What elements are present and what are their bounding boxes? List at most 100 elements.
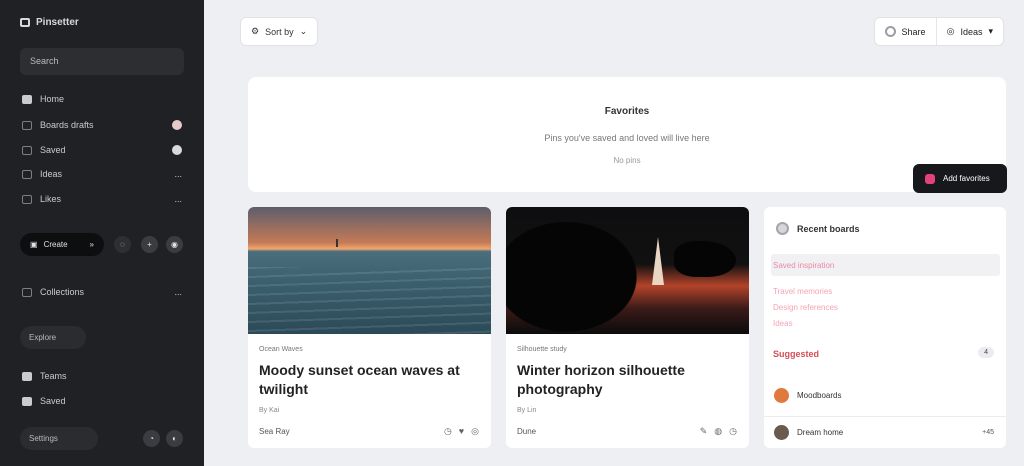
pin-icon[interactable]: ◍ — [714, 426, 722, 437]
sidebar-item-label: Likes — [40, 194, 62, 204]
pin-subtitle: By Lin — [517, 407, 537, 414]
heart-icon[interactable]: ♥ — [459, 426, 464, 437]
pin-title[interactable]: Winter horizon silhouette photography — [517, 361, 737, 399]
more-icon[interactable]: ... — [174, 287, 182, 297]
sail-shape — [652, 237, 664, 285]
bulb-icon — [22, 169, 32, 179]
app-logo-icon — [20, 18, 30, 27]
silhouette-shape — [506, 207, 656, 334]
status-dot — [172, 120, 182, 130]
pin-subtitle: By Kai — [259, 407, 280, 414]
avatar — [774, 388, 789, 403]
heart-icon — [22, 194, 32, 204]
loading-icon[interactable]: ◌ — [114, 236, 131, 253]
sidebar-item-boards[interactable]: Boards drafts — [22, 120, 182, 130]
create-button[interactable]: ▣ Create » — [20, 233, 104, 256]
pin-meta: Silhouette study — [517, 346, 567, 353]
edit-icon[interactable]: ✎ — [700, 426, 708, 437]
sidebar-item-label: Ideas — [40, 169, 63, 179]
share-icon — [884, 26, 896, 37]
sidebar-item-label: Saved — [40, 396, 66, 406]
board-link[interactable]: Design references — [773, 303, 838, 312]
pin-image[interactable] — [248, 207, 491, 334]
author-name[interactable]: Dune — [517, 427, 536, 436]
figure-shape — [674, 241, 736, 277]
theme-icon[interactable]: ◔ — [143, 430, 160, 447]
pin-footer: Sea Ray ◷ ♥ ◎ — [259, 426, 479, 437]
pin-icon — [925, 173, 935, 184]
sidebar-item-collections[interactable]: Collections ... — [22, 287, 182, 297]
app-title: Pinsetter — [36, 17, 79, 28]
sort-label: Sort by — [265, 26, 294, 37]
sidebar-item-home[interactable]: Home — [22, 94, 182, 104]
board-icon — [22, 120, 32, 130]
row-label: Moodboards — [797, 391, 842, 400]
divider — [764, 416, 1006, 417]
sidebar-item-ideas[interactable]: Ideas ... — [22, 169, 182, 179]
add-icon[interactable]: + — [141, 236, 158, 253]
sidebar-item-label: Saved — [40, 145, 66, 155]
sidebar-item-label: Home — [40, 94, 65, 104]
sort-dropdown[interactable]: ⚙ Sort by ⌄ — [240, 17, 319, 46]
pin-card[interactable]: Silhouette study Winter horizon silhouet… — [506, 207, 749, 448]
settings-button[interactable]: Settings — [20, 427, 98, 450]
pin-actions: ✎ ◍ ◷ — [700, 426, 737, 437]
suggested-row[interactable]: Moodboards — [774, 388, 994, 403]
folder-icon — [22, 287, 32, 297]
view-icon[interactable]: ◉ — [166, 236, 183, 253]
plus-icon: ▣ — [30, 240, 38, 249]
panel-header: Recent boards — [776, 222, 860, 235]
suggested-row[interactable]: Dream home +45 — [774, 425, 994, 440]
user-menu[interactable]: ◎ Ideas ▾ — [935, 18, 1003, 45]
clock-icon[interactable]: ◷ — [729, 426, 737, 437]
empty-state-title: Favorites — [604, 106, 650, 117]
contrast-icon[interactable]: ◐ — [166, 430, 183, 447]
clock-icon[interactable]: ◷ — [444, 426, 452, 437]
sidebar-item-label: Boards drafts — [40, 120, 94, 130]
empty-state-subtitle: Pins you've saved and loved will live he… — [544, 133, 710, 143]
pin-meta: Ocean Waves — [259, 346, 303, 353]
sailboat-icon — [336, 239, 338, 247]
user-icon: ◎ — [946, 26, 955, 36]
sidebar-item-saved[interactable]: Saved — [22, 145, 182, 155]
user-label: Ideas — [960, 26, 983, 37]
row-meta: +45 — [982, 429, 994, 436]
sidebar-item-label: Teams — [40, 371, 67, 381]
sidebar-item-teams[interactable]: Teams — [22, 371, 182, 381]
add-favorites-button[interactable]: Add favorites — [913, 164, 1007, 193]
create-menu-icon: » — [89, 240, 94, 249]
favorites-empty-state: Favorites Pins you've saved and loved wi… — [248, 77, 1006, 192]
save-icon — [22, 396, 32, 406]
more-icon[interactable]: ... — [174, 169, 182, 179]
team-icon — [22, 371, 32, 381]
bookmark-icon — [22, 145, 32, 155]
author-name[interactable]: Sea Ray — [259, 427, 290, 436]
status-dot — [172, 145, 182, 155]
avatar — [774, 425, 789, 440]
pin-title[interactable]: Moody sunset ocean waves at twilight — [259, 361, 479, 399]
pin-card[interactable]: Ocean Waves Moody sunset ocean waves at … — [248, 207, 491, 448]
wave-texture — [248, 267, 491, 334]
sidebar-item-label: Collections — [40, 287, 85, 297]
pin-actions: ◷ ♥ ◎ — [444, 426, 479, 437]
app-header[interactable]: Pinsetter — [20, 17, 79, 28]
search-input[interactable]: Search — [20, 48, 184, 75]
explore-button[interactable]: Explore — [20, 326, 86, 349]
pin-image[interactable] — [506, 207, 749, 334]
board-link[interactable]: Travel memories — [773, 287, 832, 296]
sidebar-item-likes[interactable]: Likes ... — [22, 194, 182, 204]
sort-icon: ⚙ — [251, 26, 260, 36]
add-favorites-label: Add favorites — [943, 174, 990, 183]
row-label: Dream home — [797, 428, 844, 437]
share-label: Share — [901, 26, 926, 37]
more-icon[interactable]: ... — [174, 194, 182, 204]
suggested-section-title: Suggested — [773, 349, 820, 359]
board-link[interactable]: Saved inspiration — [773, 261, 834, 270]
pin-footer: Dune ✎ ◍ ◷ — [517, 426, 737, 437]
sidebar-item-saved-bottom[interactable]: Saved — [22, 396, 182, 406]
chevron-down-icon: ⌄ — [299, 26, 308, 36]
create-label: Create — [43, 240, 68, 249]
share-button[interactable]: Share — [875, 18, 936, 45]
share-icon[interactable]: ◎ — [471, 426, 479, 437]
board-link[interactable]: Ideas — [773, 319, 793, 328]
